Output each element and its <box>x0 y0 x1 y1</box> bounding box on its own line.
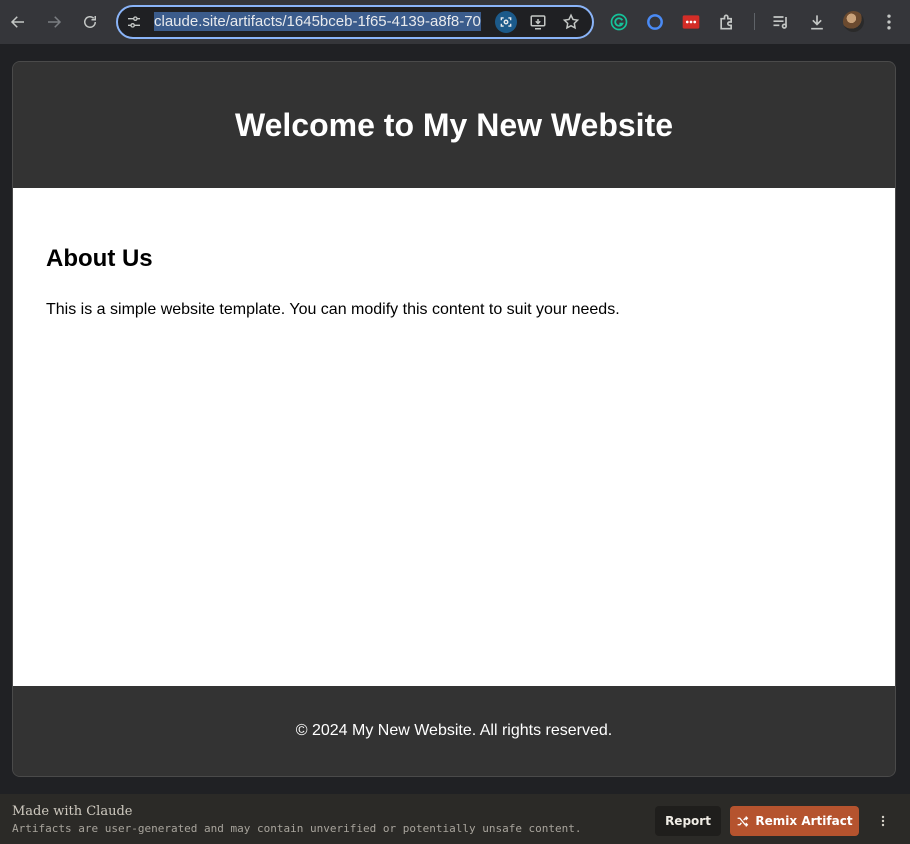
grammarly-button[interactable] <box>608 11 630 33</box>
artifact-disclaimer: Artifacts are user-generated and may con… <box>12 822 582 835</box>
download-button[interactable] <box>806 11 828 33</box>
google-lens-icon <box>500 17 512 27</box>
artifact-viewport: Welcome to My New Website About Us This … <box>12 61 896 777</box>
extensions-button[interactable] <box>716 11 738 33</box>
remix-artifact-button[interactable]: Remix Artifact <box>730 806 859 836</box>
artifact-bar: Made with Claude Artifacts are user-gene… <box>0 794 910 844</box>
footer-text: © 2024 My New Website. All rights reserv… <box>295 722 613 739</box>
remix-label: Remix Artifact <box>755 814 853 828</box>
site-main: About Us This is a simple website templa… <box>13 188 895 686</box>
shuffle-icon <box>738 815 749 827</box>
install-app-icon[interactable] <box>529 13 547 31</box>
puzzle-extensions-icon <box>720 14 732 30</box>
tune-icon[interactable] <box>126 14 142 30</box>
more-vertical-icon <box>881 815 885 827</box>
media-queue-icon <box>773 16 788 29</box>
section-text: This is a simple website template. You c… <box>46 301 620 318</box>
lastpass-icon <box>682 15 700 29</box>
address-bar[interactable]: claude.site/artifacts/1645bceb-1f65-4139… <box>116 5 594 39</box>
google-lens-button[interactable] <box>495 11 517 33</box>
toolbar-separator <box>754 13 755 30</box>
site-footer: © 2024 My New Website. All rights reserv… <box>13 686 895 776</box>
browser-toolbar: claude.site/artifacts/1645bceb-1f65-4139… <box>0 0 910 44</box>
reload-icon <box>84 16 96 28</box>
back-button[interactable] <box>3 7 33 37</box>
download-icon <box>811 15 823 30</box>
blue-circle-extension-icon <box>647 14 663 30</box>
profile-avatar[interactable] <box>843 11 864 32</box>
section-title: About Us <box>46 245 153 272</box>
made-with-claude: Made with Claude <box>12 804 133 819</box>
arrow-left-icon <box>10 16 24 28</box>
blue-circle-extension-button[interactable] <box>644 11 666 33</box>
url-text[interactable]: claude.site/artifacts/1645bceb-1f65-4139… <box>154 12 487 32</box>
lastpass-button[interactable] <box>680 11 702 33</box>
grammarly-icon <box>610 13 628 31</box>
site-title: Welcome to My New Website <box>234 106 674 143</box>
reload-button[interactable] <box>75 7 105 37</box>
kebab-menu-icon <box>887 14 891 30</box>
forward-button[interactable] <box>39 7 69 37</box>
media-queue-button[interactable] <box>770 11 792 33</box>
site-header: Welcome to My New Website <box>13 62 895 188</box>
arrow-right-icon <box>48 16 62 28</box>
browser-menu-button[interactable] <box>878 11 900 33</box>
artifact-more-button[interactable] <box>874 810 892 832</box>
report-button[interactable]: Report <box>655 806 721 836</box>
star-icon[interactable] <box>562 13 580 31</box>
